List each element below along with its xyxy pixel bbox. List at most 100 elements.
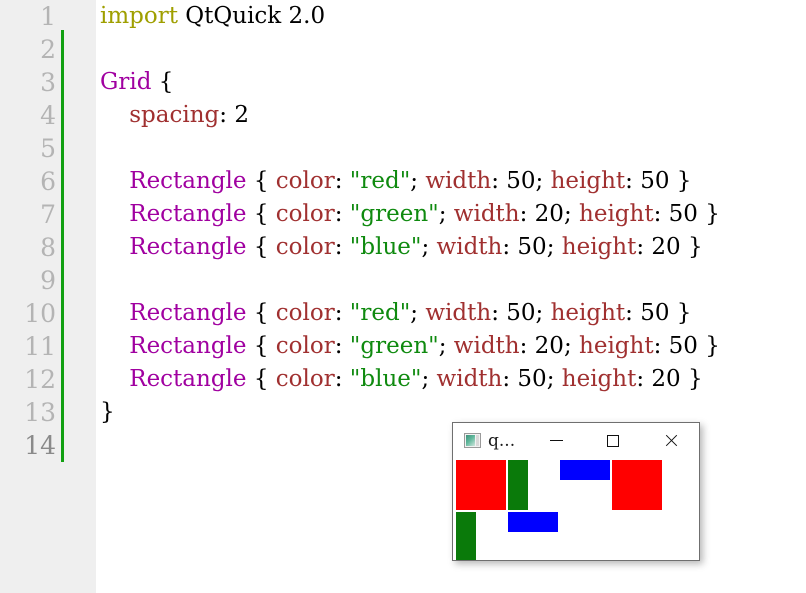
line-number: 10 [24, 299, 56, 328]
code-token: ; [546, 366, 562, 392]
code-line[interactable]: Grid { [100, 66, 720, 99]
line-number: 13 [24, 398, 56, 427]
rect-green-1 [508, 460, 528, 510]
code-token: 50 [506, 300, 536, 326]
window-title: q... [488, 430, 516, 451]
code-token: Rectangle [129, 333, 247, 359]
code-line[interactable]: Rectangle { color: "green"; width: 20; h… [100, 198, 720, 231]
code-token: } [680, 234, 703, 260]
code-token: height [550, 300, 626, 326]
code-content[interactable]: import QtQuick 2.0 Grid { spacing: 2 Rec… [100, 0, 720, 462]
code-token: 20 [534, 201, 564, 227]
code-token: : [653, 201, 669, 227]
code-line[interactable]: Rectangle { color: "red"; width: 50; hei… [100, 297, 720, 330]
code-token: : [519, 333, 535, 359]
line-number: 9 [40, 266, 56, 295]
code-token: 2 [234, 102, 249, 128]
code-token: "blue" [349, 366, 422, 392]
code-token: : [653, 333, 669, 359]
code-token: 50 [668, 333, 698, 359]
code-line[interactable] [100, 132, 720, 165]
rect-red-2 [612, 460, 662, 510]
code-token: : [625, 300, 641, 326]
code-token: 20 [534, 333, 564, 359]
code-token: width [453, 201, 520, 227]
code-token: 20 [651, 234, 681, 260]
code-token: 50 [506, 168, 536, 194]
code-token: : [636, 234, 652, 260]
code-token: } [680, 366, 703, 392]
code-token: : [625, 168, 641, 194]
line-number: 3 [40, 68, 56, 97]
code-token: "red" [349, 168, 411, 194]
code-token: color [275, 366, 335, 392]
code-token: : [334, 366, 350, 392]
code-token: : [334, 201, 350, 227]
code-line[interactable]: spacing: 2 [100, 99, 720, 132]
qml-preview-window[interactable]: q... [452, 422, 700, 561]
close-icon [664, 433, 679, 448]
line-number: 2 [40, 35, 56, 64]
code-line[interactable]: Rectangle { color: "green"; width: 20; h… [100, 330, 720, 363]
line-number: 7 [40, 200, 56, 229]
minimize-icon [549, 440, 563, 441]
line-number: 11 [24, 332, 56, 361]
code-token: color [275, 333, 335, 359]
line-number: 14 [24, 431, 56, 460]
code-token: : [334, 234, 350, 260]
code-token: 50 [640, 300, 670, 326]
code-token: QtQuick 2.0 [185, 3, 326, 29]
code-token: width [425, 168, 492, 194]
code-line[interactable]: Rectangle { color: "blue"; width: 50; he… [100, 363, 720, 396]
line-number: 8 [40, 233, 56, 262]
code-token: : [519, 201, 535, 227]
code-token: ; [535, 300, 551, 326]
code-token: 20 [651, 366, 681, 392]
window-titlebar[interactable]: q... [453, 423, 699, 458]
minimize-button[interactable] [537, 423, 575, 458]
code-token: 50 [517, 234, 547, 260]
code-token: : [636, 366, 652, 392]
code-token: color [275, 201, 335, 227]
code-token: { [246, 366, 276, 392]
code-token: Rectangle [129, 234, 247, 260]
code-token: import [100, 3, 178, 29]
line-number-column: 1 2 3 4 5 6 7 8 9 10 11 12 13 14 [0, 0, 56, 462]
code-token: width [436, 366, 503, 392]
code-token: ; [410, 300, 426, 326]
code-token: color [275, 168, 335, 194]
line-number: 4 [40, 101, 56, 130]
code-token: height [579, 201, 654, 227]
code-token: : [491, 300, 507, 326]
code-token: ; [438, 333, 454, 359]
rect-red-1 [456, 460, 506, 510]
code-token: } [669, 300, 692, 326]
code-line[interactable] [100, 33, 720, 66]
code-token: : [219, 102, 235, 128]
rect-blue-1 [560, 460, 610, 480]
code-token: : [334, 300, 350, 326]
code-token: width [425, 300, 492, 326]
code-token: height [550, 168, 626, 194]
code-line[interactable]: Rectangle { color: "blue"; width: 50; he… [100, 231, 720, 264]
code-token: color [275, 234, 335, 260]
code-token: { [151, 69, 174, 95]
code-token: Rectangle [129, 201, 247, 227]
code-token: { [246, 333, 276, 359]
code-line[interactable] [100, 264, 720, 297]
maximize-button[interactable] [594, 423, 632, 458]
code-token: "green" [349, 201, 439, 227]
close-button[interactable] [652, 423, 690, 458]
code-token: ; [421, 366, 437, 392]
code-token: ; [563, 333, 580, 359]
code-line[interactable]: Rectangle { color: "red"; width: 50; hei… [100, 165, 720, 198]
code-token: ; [535, 168, 551, 194]
code-token: ; [421, 234, 437, 260]
code-token: height [561, 366, 637, 392]
code-line[interactable]: import QtQuick 2.0 [100, 0, 720, 33]
